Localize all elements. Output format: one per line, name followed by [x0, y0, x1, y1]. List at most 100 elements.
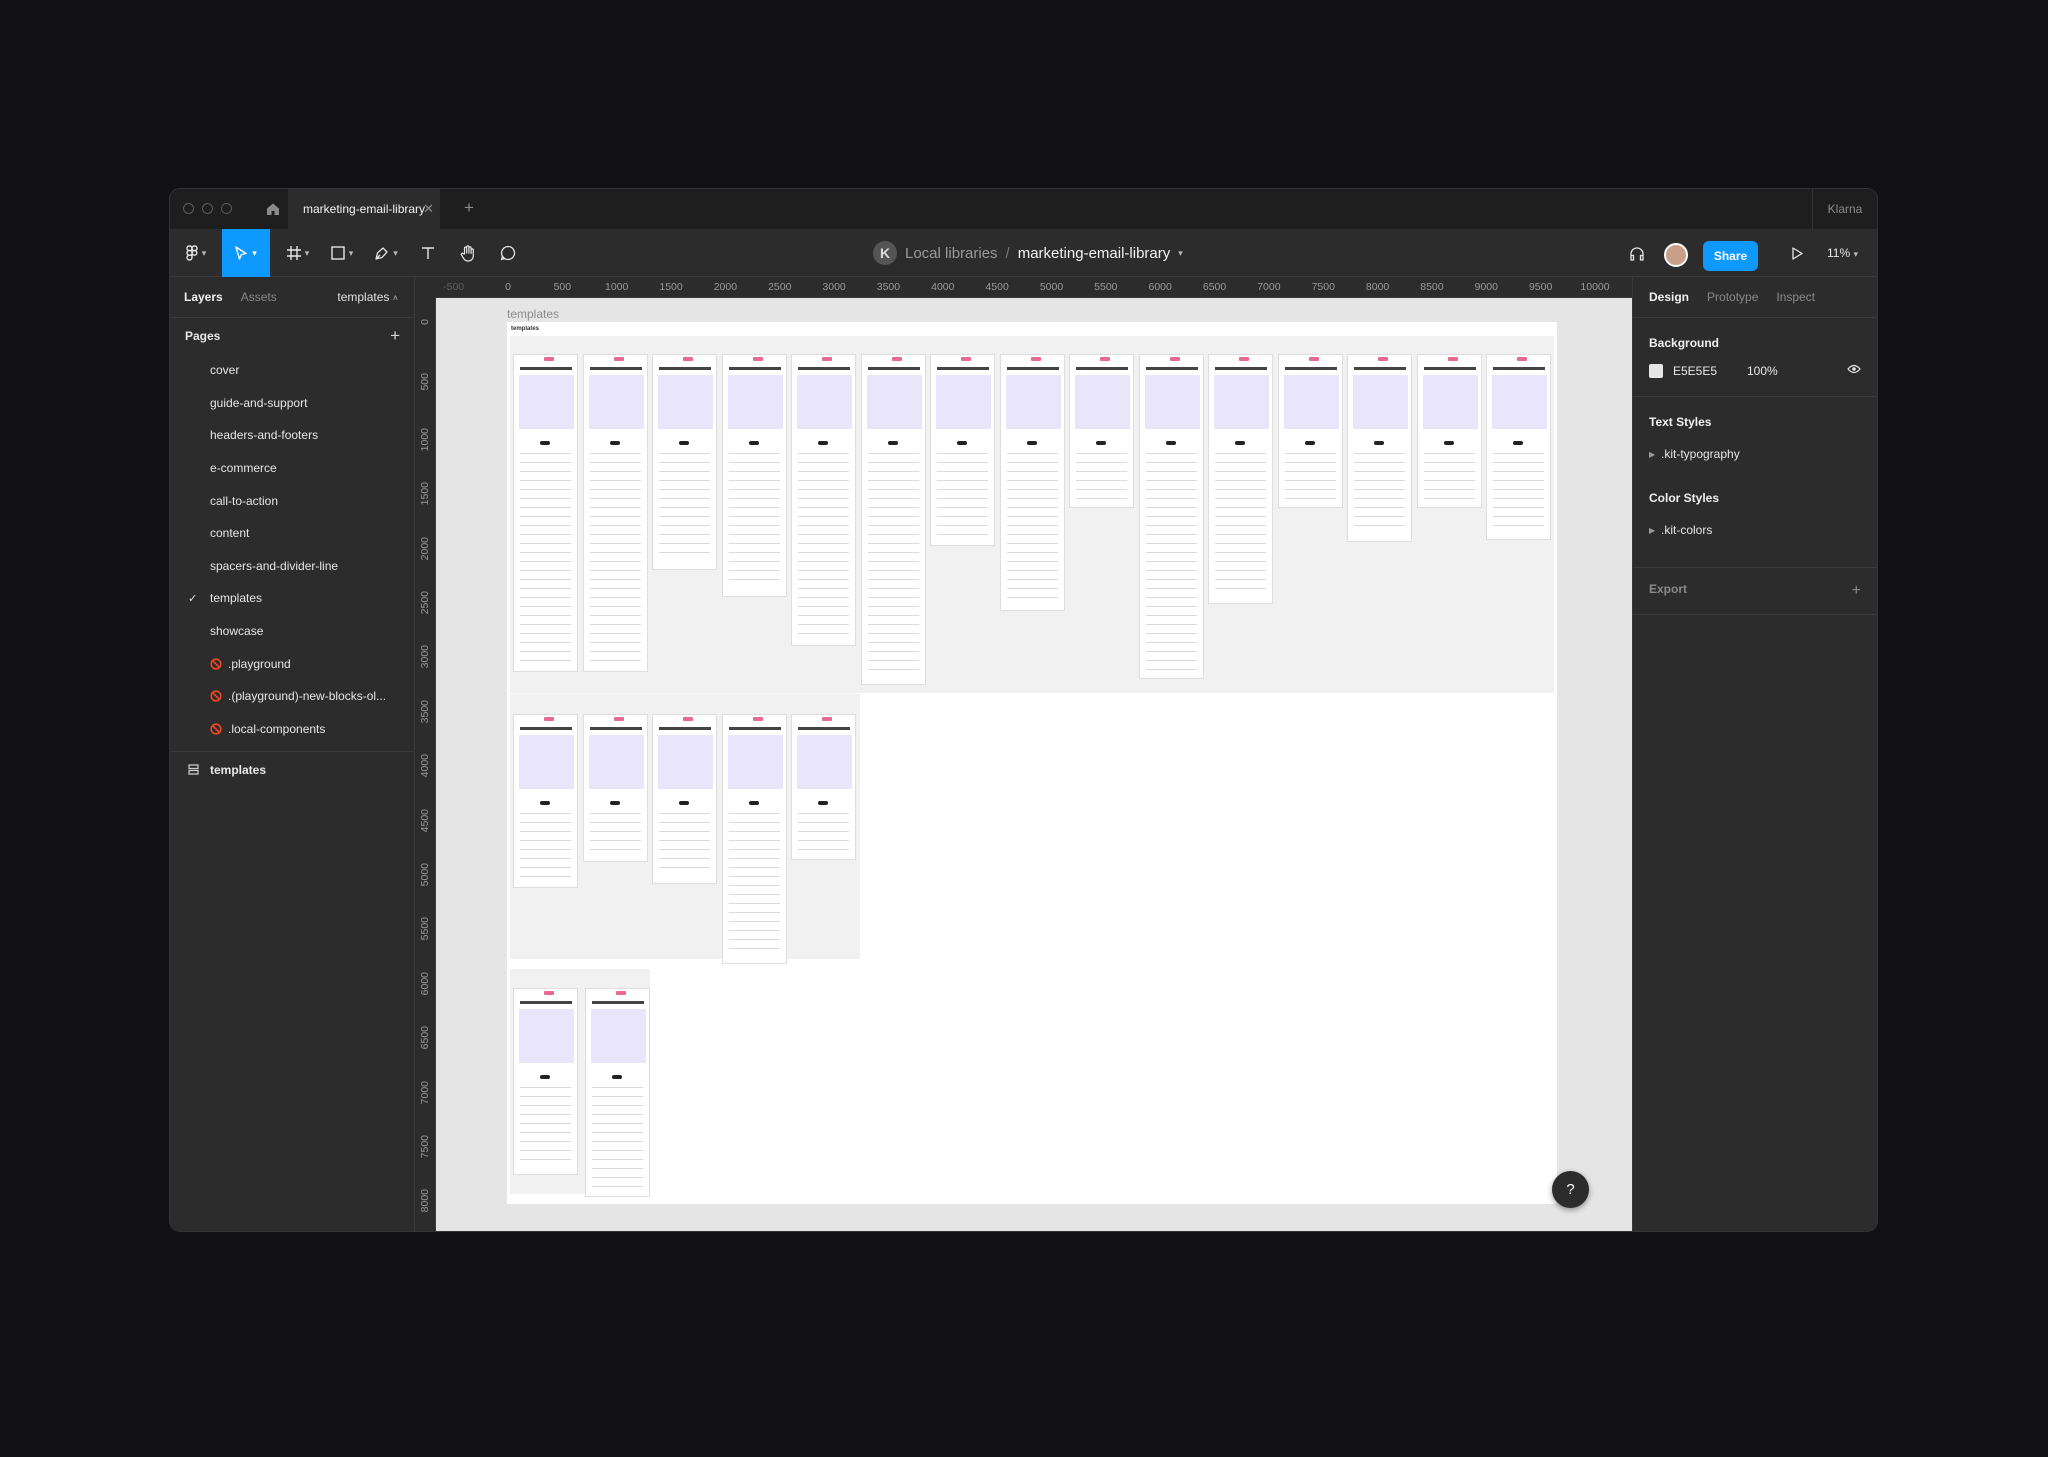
audio-button[interactable]	[1622, 229, 1652, 277]
present-button[interactable]	[1782, 229, 1812, 277]
add-page-icon[interactable]: +	[390, 326, 400, 346]
team-name[interactable]: Klarna	[1812, 189, 1877, 229]
template-card[interactable]	[791, 714, 856, 860]
card-badge	[616, 991, 626, 995]
file-tab[interactable]: marketing-email-library ✕	[288, 189, 440, 229]
text-tool-button[interactable]	[410, 229, 446, 277]
template-card[interactable]	[1138, 354, 1204, 679]
minimize-window-button[interactable]	[202, 203, 213, 214]
template-card[interactable]	[791, 354, 856, 646]
template-card[interactable]	[652, 714, 717, 884]
card-pill	[679, 441, 689, 445]
card-hero	[519, 735, 574, 789]
card-hero	[658, 735, 713, 789]
template-card[interactable]	[721, 354, 787, 597]
page-item[interactable]: spacers-and-divider-line	[170, 550, 414, 583]
card-title	[659, 727, 711, 730]
home-icon[interactable]	[262, 198, 284, 220]
template-card[interactable]	[860, 354, 926, 685]
tab-inspect[interactable]: Inspect	[1776, 290, 1815, 304]
move-tool-button[interactable]: ▾	[222, 229, 270, 277]
page-item[interactable]: content	[170, 517, 414, 550]
tab-prototype[interactable]: Prototype	[1707, 290, 1758, 304]
template-card[interactable]	[585, 988, 650, 1197]
template-card[interactable]	[1208, 354, 1273, 604]
background-swatch[interactable]	[1649, 364, 1663, 378]
template-card[interactable]	[721, 714, 787, 964]
template-card[interactable]	[930, 354, 995, 546]
template-card[interactable]	[1277, 354, 1343, 508]
card-badge	[1308, 357, 1319, 361]
figma-logo-icon	[186, 245, 198, 261]
template-card[interactable]	[582, 714, 648, 862]
share-button[interactable]: Share	[1703, 241, 1758, 271]
export-title: Export	[1649, 582, 1688, 596]
page-item[interactable]: call-to-action	[170, 484, 414, 517]
page-item[interactable]: cover	[170, 354, 414, 387]
card-title	[1423, 367, 1476, 370]
pen-tool-button[interactable]: ▾	[366, 229, 406, 277]
card-hero	[1353, 375, 1408, 429]
close-tab-icon[interactable]: ✕	[423, 201, 434, 217]
ruler-y-label: 2500	[419, 591, 431, 615]
card-title	[937, 367, 989, 370]
template-card[interactable]	[1069, 354, 1134, 508]
template-card[interactable]	[513, 714, 578, 888]
main-menu-button[interactable]: ▾	[178, 229, 214, 277]
frame-tool-button[interactable]: ▾	[278, 229, 318, 277]
template-card[interactable]	[1347, 354, 1412, 542]
eye-icon[interactable]	[1847, 364, 1861, 374]
project-name[interactable]: Local libraries	[905, 245, 998, 262]
color-style-item[interactable]: ▶ .kit-colors	[1633, 505, 1877, 537]
card-hero	[591, 1009, 646, 1063]
template-card[interactable]	[999, 354, 1065, 611]
page-selector[interactable]: templates ˄	[337, 290, 398, 304]
page-name: showcase	[210, 624, 264, 639]
page-item[interactable]: guide-and-support	[170, 387, 414, 420]
close-window-button[interactable]	[183, 203, 194, 214]
background-opacity[interactable]: 100%	[1747, 364, 1778, 378]
ruler-x-label: 4000	[931, 281, 955, 293]
hand-tool-button[interactable]	[450, 229, 486, 277]
file-breadcrumb: K Local libraries / marketing-email-libr…	[873, 241, 1183, 265]
comment-tool-button[interactable]	[490, 229, 526, 277]
shape-tool-button[interactable]: ▾	[322, 229, 362, 277]
user-avatar[interactable]	[1664, 243, 1688, 267]
ruler-x-label: 2000	[713, 281, 738, 293]
zoom-control[interactable]: 11% ▾	[1827, 246, 1858, 260]
layer-templates[interactable]: templates	[170, 752, 414, 788]
card-lines	[1284, 453, 1336, 499]
tab-layers[interactable]: Layers	[184, 290, 223, 304]
canvas[interactable]: -500 0 500 1000 1500 2000 2500 3000 3500 4000 4500…	[415, 277, 1632, 1231]
color-styles-title: Color Styles	[1649, 491, 1720, 505]
page-item[interactable]: e-commerce	[170, 452, 414, 485]
template-card[interactable]	[1416, 354, 1482, 508]
text-style-item[interactable]: ▶ .kit-typography	[1633, 429, 1877, 461]
template-card[interactable]	[582, 354, 648, 672]
page-item[interactable]: .(playground)-new-blocks-ol...	[170, 680, 414, 713]
templates-frame[interactable]: templates	[507, 322, 1557, 1204]
zoom-window-button[interactable]	[221, 203, 232, 214]
card-hero	[519, 375, 574, 429]
template-card[interactable]	[1486, 354, 1551, 540]
page-item[interactable]: .playground	[170, 647, 414, 680]
tab-design[interactable]: Design	[1649, 290, 1689, 304]
page-item[interactable]: .local-components	[170, 713, 414, 746]
background-hex[interactable]: E5E5E5	[1673, 364, 1747, 378]
page-item[interactable]: ✓ templates	[170, 582, 414, 615]
help-button[interactable]: ?	[1552, 1171, 1589, 1208]
template-card[interactable]	[652, 354, 717, 570]
new-tab-icon[interactable]: +	[464, 198, 474, 218]
template-card[interactable]	[513, 988, 578, 1175]
card-badge	[822, 717, 832, 721]
add-export-icon[interactable]: +	[1852, 582, 1861, 600]
file-name[interactable]: marketing-email-library	[1018, 245, 1171, 262]
template-card[interactable]	[513, 354, 578, 672]
card-hero	[936, 375, 991, 429]
tab-assets[interactable]: Assets	[241, 290, 277, 304]
page-item[interactable]: showcase	[170, 615, 414, 648]
chevron-down-icon[interactable]: ▾	[1178, 248, 1183, 259]
frame-label[interactable]: templates	[507, 307, 559, 321]
card-title	[867, 367, 920, 370]
page-item[interactable]: headers-and-footers	[170, 419, 414, 452]
